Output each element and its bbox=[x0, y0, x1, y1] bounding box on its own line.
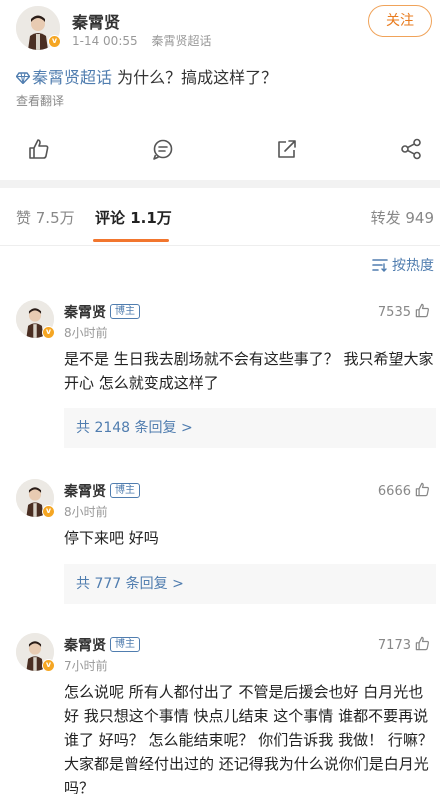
topic-link[interactable]: 秦霄贤超话 bbox=[16, 68, 112, 87]
sort-icon bbox=[372, 259, 388, 272]
comment-item: v 秦霄贤 博主 8小时前 6666 停下来吧 好吗 共 777 条回复 > bbox=[0, 479, 440, 609]
comment-text: 停下来吧 好吗 bbox=[64, 529, 159, 547]
comment-bubble-icon[interactable] bbox=[152, 138, 174, 160]
post-text: 秦霄贤超话 为什么？搞成这样了？ bbox=[16, 64, 277, 88]
view-replies-link[interactable]: 共 2148 条回复 > bbox=[64, 408, 436, 448]
comment-author[interactable]: 秦霄贤 bbox=[64, 481, 106, 501]
verified-badge-icon: v bbox=[42, 505, 55, 518]
verified-badge-icon: v bbox=[48, 35, 61, 48]
post-meta: 1-14 00:55 秦霄贤超话 bbox=[72, 32, 211, 49]
author-badge: 博主 bbox=[110, 637, 140, 652]
tabs-divider bbox=[0, 245, 440, 246]
comment-time: 8小时前 bbox=[64, 326, 108, 340]
post-text-content: 为什么？搞成这样了？ bbox=[112, 68, 278, 87]
action-bar bbox=[0, 128, 440, 168]
translate-link[interactable]: 查看翻译 bbox=[16, 92, 64, 109]
comment-like-button[interactable]: 7535 bbox=[378, 303, 430, 320]
comment-item: v 秦霄贤 博主 7小时前 7173 怎么说呢 所有人都付出了 不管是后援会也好… bbox=[0, 633, 440, 794]
post-time: 1-14 00:55 bbox=[72, 34, 138, 48]
comment-author[interactable]: 秦霄贤 bbox=[64, 302, 106, 322]
author-badge: 博主 bbox=[110, 483, 140, 498]
comment-like-button[interactable]: 7173 bbox=[378, 636, 430, 653]
comment-time: 8小时前 bbox=[64, 505, 108, 519]
comment-text: 是不是 生日我去剧场就不会有这些事了？ 我只希望大家开心 怎么就变成这样了 bbox=[64, 350, 434, 392]
post-author-name[interactable]: 秦霄贤 bbox=[72, 9, 120, 33]
comment-like-count: 7173 bbox=[377, 638, 411, 653]
post-source[interactable]: 秦霄贤超话 bbox=[151, 34, 211, 48]
comment-item: v 秦霄贤 博主 8小时前 7535 是不是 生日我去剧场就不会有这些事了？ 我… bbox=[0, 300, 440, 450]
sort-label: 按热度 bbox=[392, 258, 434, 274]
comment-text: 怎么说呢 所有人都付出了 不管是后援会也好 白月光也好 我只想这个事情 快点儿结… bbox=[64, 683, 433, 794]
view-replies-link[interactable]: 共 777 条回复 > bbox=[64, 564, 436, 604]
tab-bar: 赞 7.5万 评论 1.1万 转发 949 bbox=[0, 188, 440, 246]
like-thumb-icon bbox=[415, 303, 429, 318]
comment-time: 7小时前 bbox=[64, 659, 108, 673]
like-thumb-icon[interactable] bbox=[28, 138, 50, 160]
comment-author[interactable]: 秦霄贤 bbox=[64, 635, 106, 655]
sort-by-hot-button[interactable]: 按热度 bbox=[372, 255, 434, 275]
verified-badge-icon: v bbox=[42, 659, 55, 672]
tab-comments[interactable]: 评论 1.1万 bbox=[95, 207, 172, 228]
author-badge: 博主 bbox=[110, 304, 140, 319]
verified-badge-icon: v bbox=[42, 326, 55, 339]
topic-label[interactable]: 秦霄贤超话 bbox=[32, 68, 112, 87]
like-thumb-icon bbox=[415, 482, 429, 497]
repost-icon[interactable] bbox=[276, 138, 298, 160]
like-thumb-icon bbox=[415, 636, 429, 651]
comment-like-count: 6666 bbox=[377, 484, 411, 499]
share-icon[interactable] bbox=[400, 138, 422, 160]
tab-reposts[interactable]: 转发 949 bbox=[371, 207, 434, 228]
tab-likes[interactable]: 赞 7.5万 bbox=[16, 207, 75, 228]
section-divider bbox=[0, 180, 440, 188]
post-header: v 秦霄贤 1-14 00:55 秦霄贤超话 关注 bbox=[0, 0, 440, 52]
supertopic-gem-icon bbox=[16, 72, 30, 84]
comment-like-count: 7535 bbox=[377, 305, 411, 320]
comment-like-button[interactable]: 6666 bbox=[378, 482, 430, 499]
follow-button[interactable]: 关注 bbox=[368, 5, 432, 37]
active-tab-indicator bbox=[93, 239, 169, 242]
